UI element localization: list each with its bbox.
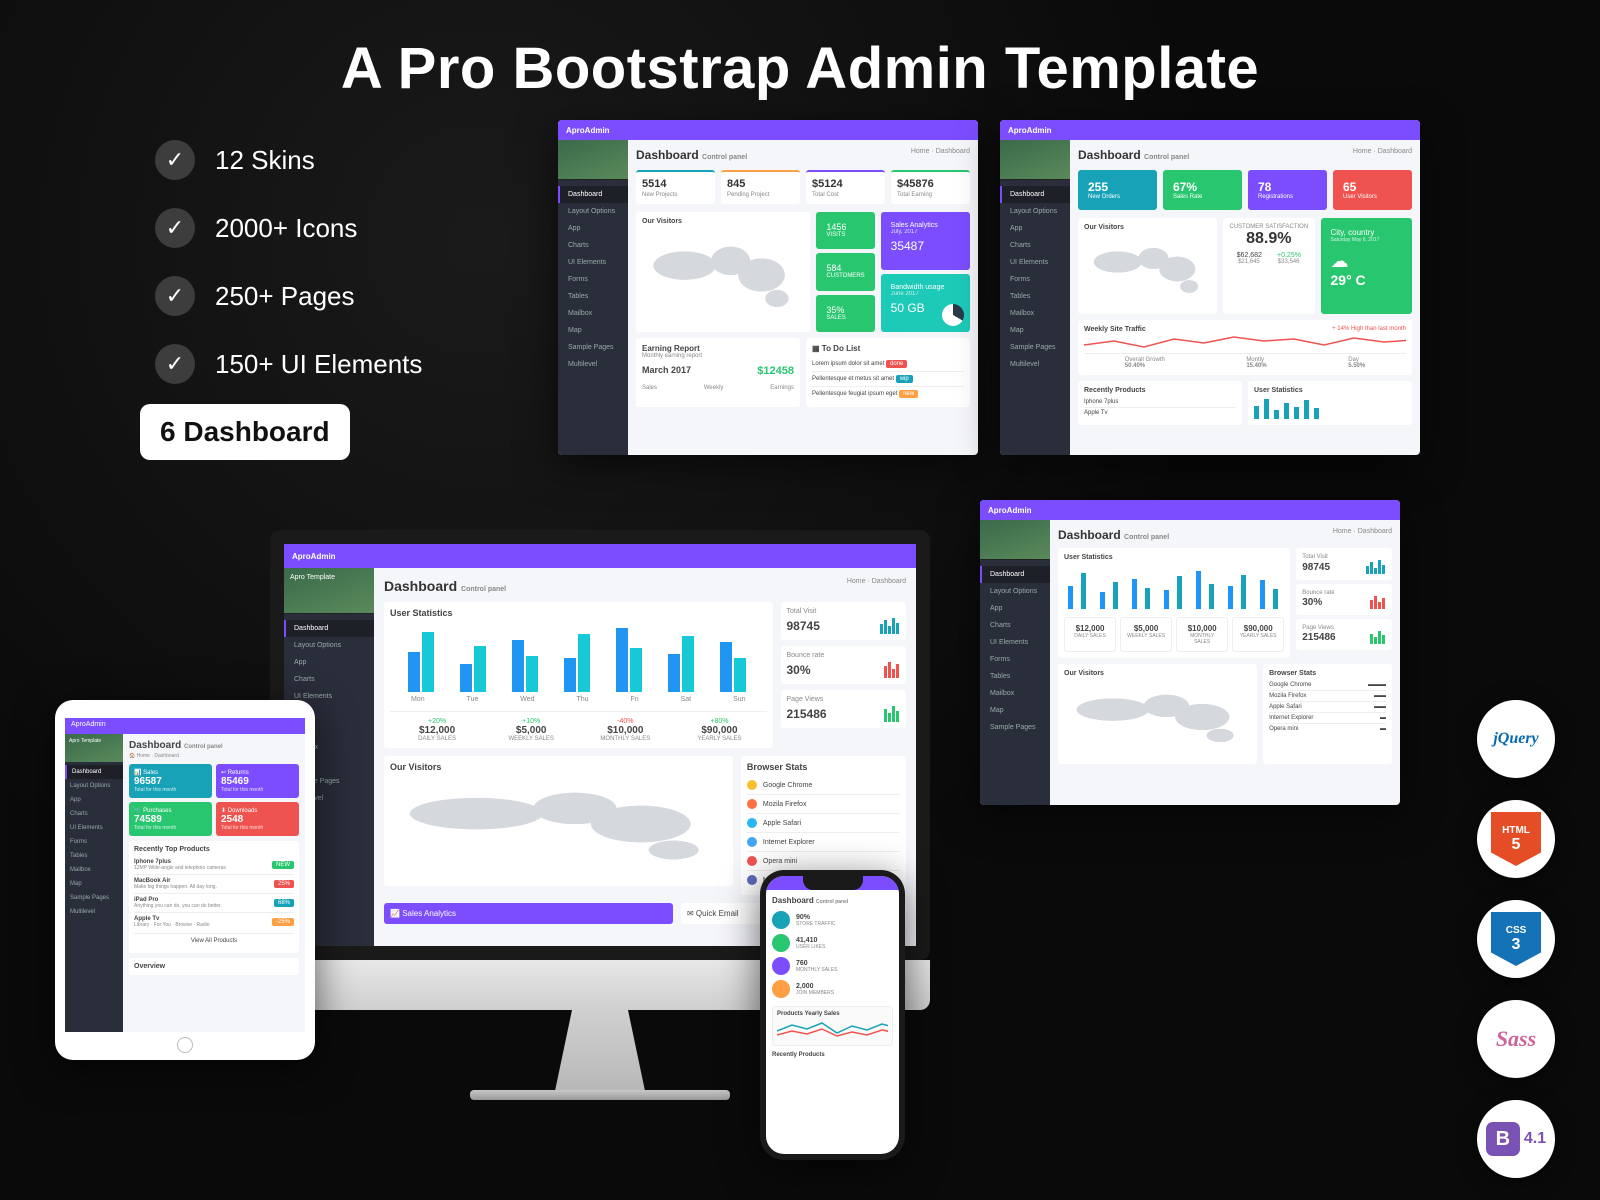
sidebar-item[interactable]: Layout Options	[284, 637, 374, 654]
css3-icon: CSS3	[1477, 900, 1555, 978]
sidebar-item[interactable]: Forms	[980, 651, 1050, 668]
sidebar-item-dashboard[interactable]: Dashboard	[980, 566, 1050, 583]
sidebar-item[interactable]: Charts	[1000, 237, 1070, 254]
sidebar-item[interactable]: Tables	[65, 849, 123, 863]
sidebar-item[interactable]: App	[284, 654, 374, 671]
bootstrap-icon: B4.1	[1477, 1100, 1555, 1178]
brand-title: AproAdmin	[566, 126, 610, 135]
todo-item[interactable]: Lorem ipsum dolor sit amet done	[812, 357, 964, 372]
jquery-icon: jQuery	[1477, 700, 1555, 778]
sidebar-item[interactable]: Multilevel	[558, 356, 628, 373]
sidebar-item[interactable]: App	[1000, 220, 1070, 237]
sidebar-item[interactable]: Map	[558, 322, 628, 339]
sidebar-item[interactable]: Sample Pages	[65, 891, 123, 905]
sidebar-item-dashboard[interactable]: Dashboard	[558, 186, 628, 203]
sidebar-item-dashboard[interactable]: Dashboard	[1000, 186, 1070, 203]
sidebar-item[interactable]: Tables	[1000, 288, 1070, 305]
sidebar-item[interactable]: Mailbox	[1000, 305, 1070, 322]
breadcrumb: Home · Dashboard	[911, 148, 970, 155]
sidebar-item[interactable]: Sample Pages	[1000, 339, 1070, 356]
sidebar-item-dashboard[interactable]: Dashboard	[65, 765, 123, 779]
todo-item[interactable]: Pellentesque et metus sit amet wip	[812, 372, 964, 387]
sidebar-item[interactable]: App	[980, 600, 1050, 617]
sidebar-item[interactable]: Mailbox	[558, 305, 628, 322]
todo-item[interactable]: Pellentesque feugiat ipsum eget new	[812, 387, 964, 401]
sidebar-item[interactable]: Layout Options	[558, 203, 628, 220]
sidebar-item[interactable]: Forms	[1000, 271, 1070, 288]
sidebar-item[interactable]: UI Elements	[558, 254, 628, 271]
home-button-icon	[177, 1037, 193, 1053]
sidebar-item[interactable]: Multilevel	[1000, 356, 1070, 373]
sidebar-item[interactable]: Map	[1000, 322, 1070, 339]
sidebar-item[interactable]: Charts	[284, 671, 374, 688]
sidebar-item[interactable]: Mailbox	[980, 685, 1050, 702]
tech-badges: jQuery HTML5 CSS3 Sass B4.1	[1477, 700, 1555, 1178]
sidebar-item[interactable]: Sample Pages	[980, 719, 1050, 736]
iphone-device: Dashboard Control panel 90%STORE TRAFFIC…	[760, 870, 905, 1160]
sidebar-item[interactable]: Tables	[980, 668, 1050, 685]
sass-icon: Sass	[1477, 1000, 1555, 1078]
sidebar-item[interactable]: Map	[65, 877, 123, 891]
feature-list: ✓12 Skins ✓2000+ Icons ✓250+ Pages ✓150+…	[155, 140, 422, 412]
sidebar-item[interactable]: Layout Options	[1000, 203, 1070, 220]
sidebar-item[interactable]: Charts	[558, 237, 628, 254]
sidebar-item[interactable]: Layout Options	[980, 583, 1050, 600]
sidebar-item[interactable]: Charts	[65, 807, 123, 821]
dashboard-count-badge: 6 Dashboard	[140, 404, 350, 460]
sidebar-item[interactable]: Tables	[558, 288, 628, 305]
html5-icon: HTML5	[1477, 800, 1555, 878]
sidebar-item[interactable]: Charts	[980, 617, 1050, 634]
sidebar-item-dashboard[interactable]: Dashboard	[284, 620, 374, 637]
sidebar-item[interactable]: UI Elements	[1000, 254, 1070, 271]
view-all-button[interactable]: View All Products	[134, 933, 294, 948]
ipad-device: AproAdmin Apro Template Dashboard Layout…	[55, 700, 315, 1060]
visitors-title: Our Visitors	[642, 218, 804, 225]
check-icon: ✓	[155, 276, 195, 316]
sidebar-item[interactable]: Layout Options	[65, 779, 123, 793]
sidebar-item[interactable]: App	[65, 793, 123, 807]
check-icon: ✓	[155, 208, 195, 248]
feature-item: ✓250+ Pages	[155, 276, 422, 316]
sidebar-item[interactable]: Mailbox	[65, 863, 123, 877]
sidebar-item[interactable]: Forms	[65, 835, 123, 849]
sidebar-item[interactable]: Multilevel	[65, 905, 123, 919]
feature-item: ✓150+ UI Elements	[155, 344, 422, 384]
sidebar-item[interactable]: Map	[980, 702, 1050, 719]
feature-item: ✓2000+ Icons	[155, 208, 422, 248]
check-icon: ✓	[155, 344, 195, 384]
sidebar-item[interactable]: UI Elements	[65, 821, 123, 835]
check-icon: ✓	[155, 140, 195, 180]
sidebar-item[interactable]: App	[558, 220, 628, 237]
sidebar-item[interactable]: Sample Pages	[558, 339, 628, 356]
sidebar-item[interactable]: Forms	[558, 271, 628, 288]
sidebar-item[interactable]: UI Elements	[980, 634, 1050, 651]
feature-item: ✓12 Skins	[155, 140, 422, 180]
headline: A Pro Bootstrap Admin Template	[0, 35, 1600, 102]
